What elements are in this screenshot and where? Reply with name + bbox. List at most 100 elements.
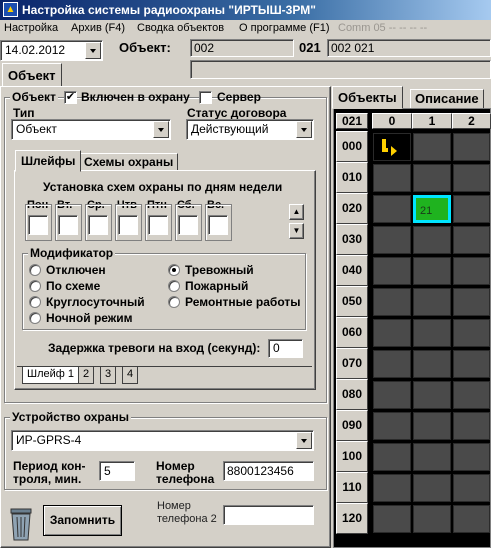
grid-cell[interactable] xyxy=(373,226,411,254)
grid-cell[interactable] xyxy=(413,226,451,254)
grid-cell[interactable] xyxy=(373,164,411,192)
grid-cell[interactable] xyxy=(373,443,411,471)
grid-cell[interactable] xyxy=(453,350,490,378)
grid-cell[interactable] xyxy=(373,412,411,440)
scroll-up-button[interactable]: ▲ xyxy=(289,204,304,220)
type-select[interactable]: Объект xyxy=(11,119,171,140)
grid-cell[interactable] xyxy=(453,412,490,440)
type-value: Объект xyxy=(16,122,57,136)
modifier-radio[interactable] xyxy=(29,312,41,324)
scroll-down-button[interactable]: ▼ xyxy=(289,223,304,239)
tab-objects[interactable]: Объекты xyxy=(332,86,403,109)
grid-cell[interactable] xyxy=(413,350,451,378)
tab-description[interactable]: Описание xyxy=(410,89,484,109)
modifier-radio[interactable] xyxy=(29,280,41,292)
tab-loop-2[interactable]: 2 xyxy=(78,367,95,384)
grid-cell[interactable] xyxy=(453,443,490,471)
grid-row-label: 060 xyxy=(336,317,368,348)
period-input[interactable]: 5 xyxy=(99,461,135,481)
grid-column-header: 1 xyxy=(412,113,452,129)
day-scheme-input[interactable] xyxy=(208,215,228,235)
menu-about[interactable]: О программе (F1) xyxy=(239,22,330,34)
grid-row-label: 010 xyxy=(336,162,368,193)
app-icon: ▲ xyxy=(3,2,18,17)
grid-cell[interactable] xyxy=(453,288,490,316)
modifier-radio[interactable] xyxy=(29,264,41,276)
modifier-radio[interactable] xyxy=(168,296,180,308)
grid-cell[interactable] xyxy=(413,474,451,502)
phone2-input[interactable] xyxy=(223,505,314,525)
grid-cell[interactable] xyxy=(413,443,451,471)
modifier-radio[interactable] xyxy=(29,296,41,308)
grid-cell[interactable] xyxy=(373,257,411,285)
chevron-down-icon[interactable] xyxy=(153,121,169,138)
device-title: Устройство охраны xyxy=(10,410,131,424)
grid-cell[interactable] xyxy=(373,350,411,378)
grid-cell[interactable] xyxy=(373,381,411,409)
grid-cell[interactable] xyxy=(413,505,451,533)
chevron-down-icon[interactable] xyxy=(296,121,312,138)
save-button[interactable]: Запомнить xyxy=(43,505,122,536)
grid-cell[interactable] xyxy=(373,319,411,347)
date-picker[interactable]: 14.02.2012 xyxy=(0,40,103,61)
phone-input[interactable]: 8800123456 xyxy=(223,461,314,481)
grid-cell[interactable] xyxy=(453,257,490,285)
modifier-radio[interactable] xyxy=(168,264,180,276)
grid-cell[interactable] xyxy=(453,319,490,347)
day-scheme-input[interactable] xyxy=(28,215,48,235)
modifier-radio[interactable] xyxy=(168,280,180,292)
modifier-option-label: Круглосуточный xyxy=(46,295,145,309)
grid-cell-selected[interactable] xyxy=(373,133,411,161)
day-scheme-input[interactable] xyxy=(88,215,108,235)
grid-cell[interactable] xyxy=(373,505,411,533)
chevron-down-icon[interactable] xyxy=(296,432,312,449)
grid-cell[interactable] xyxy=(413,164,451,192)
grid-cell[interactable] xyxy=(373,474,411,502)
comm-status: Comm 05 -- -- -- -- xyxy=(338,22,428,34)
chevron-down-icon[interactable] xyxy=(85,42,101,59)
grid-cell[interactable] xyxy=(453,195,490,223)
device-select[interactable]: ИР-GPRS-4 xyxy=(11,430,314,451)
tab-loop-3[interactable]: 3 xyxy=(100,367,117,384)
grid-cell[interactable] xyxy=(453,505,490,533)
menu-archive[interactable]: Архив (F4) xyxy=(71,22,125,34)
grid-cell[interactable] xyxy=(453,164,490,192)
day-scheme-input[interactable] xyxy=(148,215,168,235)
grid-cell[interactable] xyxy=(413,319,451,347)
tab-loop-4[interactable]: 4 xyxy=(122,367,139,384)
menu-summary[interactable]: Сводка объектов xyxy=(137,22,224,34)
enabled-checkbox[interactable]: ✔ xyxy=(64,91,77,104)
grid-cell[interactable] xyxy=(413,412,451,440)
grid-row-label: 050 xyxy=(336,286,368,317)
window-title: Настройка системы радиоохраны "ИРТЫШ-3РМ… xyxy=(22,3,316,17)
grid-cell[interactable] xyxy=(413,381,451,409)
grid-cell[interactable] xyxy=(453,381,490,409)
day-scheme-input[interactable] xyxy=(178,215,198,235)
tab-object[interactable]: Объект xyxy=(2,63,62,87)
grid-cell[interactable] xyxy=(413,133,451,161)
trash-icon[interactable] xyxy=(6,506,36,542)
tab-schemes[interactable]: Схемы охраны xyxy=(79,153,179,171)
grid-cell[interactable] xyxy=(453,133,490,161)
server-checkbox[interactable] xyxy=(199,91,212,104)
title-bar: ▲ Настройка системы радиоохраны "ИРТЫШ-3… xyxy=(0,0,491,20)
grid-cell[interactable] xyxy=(413,288,451,316)
day-scheme-input[interactable] xyxy=(58,215,78,235)
day-scheme-input[interactable] xyxy=(118,215,138,235)
enabled-label: Включен в охрану xyxy=(81,90,190,104)
grid-cell[interactable] xyxy=(373,195,411,223)
contract-select[interactable]: Действующий xyxy=(186,119,314,140)
tab-loop-1[interactable]: Шлейф 1 xyxy=(22,367,79,384)
delay-input[interactable]: 0 xyxy=(268,339,303,358)
phone2-label-1: Номер xyxy=(157,500,191,512)
grid-cell-active[interactable]: 21 xyxy=(413,195,451,223)
phone2-label-2: телефона 2 xyxy=(157,513,217,525)
grid-cell[interactable] xyxy=(373,288,411,316)
tab-loops[interactable]: Шлейфы xyxy=(15,150,82,172)
grid-cell[interactable] xyxy=(453,226,490,254)
grid-cell[interactable] xyxy=(413,257,451,285)
grid-row-label: 090 xyxy=(336,410,368,441)
grid-cell[interactable] xyxy=(453,474,490,502)
modifier-option-label: Ремонтные работы xyxy=(185,295,301,309)
menu-settings[interactable]: Настройка xyxy=(4,22,58,34)
